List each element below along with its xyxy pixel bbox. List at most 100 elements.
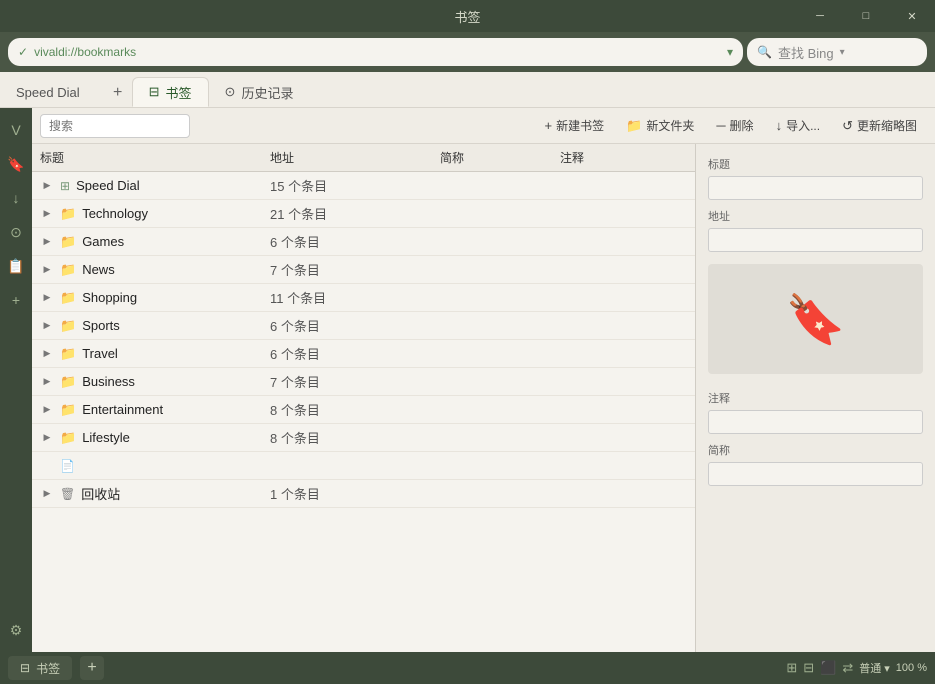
- close-button[interactable]: ✕: [889, 0, 935, 32]
- vivaldi-checkmark-icon: ✓: [18, 45, 28, 59]
- window-title: 书签: [454, 7, 480, 26]
- expand-icon[interactable]: ▶: [40, 432, 54, 443]
- row-address-cell: 8 个条目: [270, 428, 440, 447]
- url-display: vivaldi://bookmarks: [34, 45, 717, 59]
- search-bar[interactable]: 🔍 查找 Bing ▾: [747, 38, 927, 66]
- row-title-cell: ▶ 📁 Technology: [40, 206, 270, 222]
- refresh-icon: ↺: [842, 118, 853, 134]
- notes-icon: 📋: [7, 258, 24, 275]
- history-tab-icon: ⊙: [225, 84, 236, 100]
- sidebar-icon-bookmarks[interactable]: 🔖: [2, 150, 30, 178]
- statusbar: ⊟ 书签 + ⊞ ⊟ ⬛ ⇄ 普通 ▾ 100 %: [0, 652, 935, 684]
- sidebar-icon-settings[interactable]: ⚙: [2, 616, 30, 644]
- update-label: 更新缩略图: [857, 117, 917, 134]
- table-row[interactable]: 📄: [32, 452, 695, 480]
- add-panel-icon: +: [12, 292, 20, 308]
- row-title-text: Technology: [82, 206, 148, 221]
- delete-button[interactable]: ─ 删除: [706, 113, 763, 139]
- status-tab-text: 书签: [36, 660, 60, 677]
- expand-icon[interactable]: ▶: [40, 320, 54, 331]
- maximize-button[interactable]: □: [843, 0, 889, 32]
- expand-icon[interactable]: ▶: [40, 264, 54, 275]
- detail-address-input[interactable]: [708, 228, 923, 252]
- expand-icon[interactable]: ▶: [40, 208, 54, 219]
- table-row[interactable]: ▶ 📁 Lifestyle 8 个条目: [32, 424, 695, 452]
- table-row[interactable]: ▶ ⊞ Speed Dial 15 个条目: [32, 172, 695, 200]
- table-row[interactable]: ▶ 📁 Travel 6 个条目: [32, 340, 695, 368]
- sidebar-icon-history[interactable]: ⊙: [2, 218, 30, 246]
- bookmarks-panel: + 新建书签 📁 新文件夹 ─ 删除 ↓ 导入... ↺ 更新缩略图: [32, 108, 935, 652]
- folder-icon: 📁: [626, 118, 642, 134]
- new-folder-button[interactable]: 📁 新文件夹: [616, 113, 704, 139]
- row-title-text: Entertainment: [82, 402, 163, 417]
- bookmark-icon: 🔖: [7, 156, 24, 173]
- table-body: ▶ ⊞ Speed Dial 15 个条目 ▶ 📁 Technology 21 …: [32, 172, 695, 508]
- expand-icon[interactable]: ▶: [40, 236, 54, 247]
- folder-row-icon: 📁: [60, 374, 76, 390]
- detail-short-input[interactable]: [708, 462, 923, 486]
- table-row[interactable]: ▶ 📁 News 7 个条目: [32, 256, 695, 284]
- window-controls: ─ □ ✕: [797, 0, 935, 32]
- sidebar-icon-downloads[interactable]: ↓: [2, 184, 30, 212]
- row-address-cell: 15 个条目: [270, 176, 440, 195]
- expand-icon[interactable]: ▶: [40, 376, 54, 387]
- table-row[interactable]: ▶ 📁 Sports 6 个条目: [32, 312, 695, 340]
- minimize-button[interactable]: ─: [797, 0, 843, 32]
- expand-icon[interactable]: ▶: [40, 404, 54, 415]
- row-title-text: Lifestyle: [82, 430, 130, 445]
- tab-bookmarks[interactable]: ⊟ 书签: [132, 77, 209, 107]
- search-dropdown-icon: ▾: [840, 47, 845, 58]
- detail-title-label: 标题: [708, 156, 923, 172]
- history-icon: ⊙: [10, 224, 22, 241]
- status-icon-2[interactable]: ⊟: [803, 660, 814, 676]
- tab-speed-dial[interactable]: Speed Dial: [8, 77, 88, 107]
- detail-note-input[interactable]: [708, 410, 923, 434]
- download-icon: ↓: [13, 190, 20, 206]
- row-title-text: 回收站: [81, 484, 120, 503]
- status-icon-4[interactable]: ⇄: [842, 660, 853, 676]
- address-dropdown-icon: ▾: [727, 45, 733, 59]
- row-title-text: Shopping: [82, 290, 137, 305]
- bookmark-search-input[interactable]: [40, 114, 190, 138]
- tabs-area: Speed Dial + ⊟ 书签 ⊙ 历史记录: [0, 72, 935, 108]
- expand-icon[interactable]: ▶: [40, 348, 54, 359]
- sidebar-icons-panel: V 🔖 ↓ ⊙ 📋 + ⚙: [0, 108, 32, 652]
- import-button[interactable]: ↓ 导入...: [766, 113, 831, 139]
- import-icon: ↓: [776, 118, 783, 133]
- row-address-cell: 6 个条目: [270, 232, 440, 251]
- status-right-area: ⊞ ⊟ ⬛ ⇄ 普通 ▾ 100 %: [786, 660, 927, 676]
- update-thumbnail-button[interactable]: ↺ 更新缩略图: [832, 113, 927, 139]
- addressbar: ✓ vivaldi://bookmarks ▾ 🔍 查找 Bing ▾: [0, 32, 935, 72]
- status-icon-3[interactable]: ⬛: [820, 660, 836, 676]
- address-bar-input[interactable]: ✓ vivaldi://bookmarks ▾: [8, 38, 743, 66]
- row-title-cell: ▶ 📁 Entertainment: [40, 402, 270, 418]
- settings-icon: ⚙: [10, 622, 23, 639]
- sidebar-icon-add[interactable]: +: [2, 286, 30, 314]
- table-row[interactable]: ▶ 📁 Games 6 个条目: [32, 228, 695, 256]
- tab-history[interactable]: ⊙ 历史记录: [209, 77, 310, 107]
- status-icon-1[interactable]: ⊞: [786, 660, 797, 676]
- row-title-cell: ▶ 📁 Shopping: [40, 290, 270, 306]
- folder-row-icon: 📁: [60, 234, 76, 250]
- row-title-text: Sports: [82, 318, 120, 333]
- row-title-cell: ▶ 📁 Sports: [40, 318, 270, 334]
- expand-icon[interactable]: ▶: [40, 180, 54, 191]
- expand-icon[interactable]: ▶: [40, 292, 54, 303]
- row-title-cell: ▶ 📁 Lifestyle: [40, 430, 270, 446]
- table-row[interactable]: ▶ 🗑 回收站 1 个条目: [32, 480, 695, 508]
- table-row[interactable]: ▶ 📁 Business 7 个条目: [32, 368, 695, 396]
- row-address-cell: 1 个条目: [270, 484, 440, 503]
- expand-icon[interactable]: ▶: [40, 488, 54, 499]
- table-row[interactable]: ▶ 📁 Entertainment 8 个条目: [32, 396, 695, 424]
- new-bookmark-button[interactable]: + 新建书签: [535, 113, 615, 139]
- table-row[interactable]: ▶ 📁 Shopping 11 个条目: [32, 284, 695, 312]
- detail-title-input[interactable]: [708, 176, 923, 200]
- bookmarks-tab-label: 书签: [166, 83, 192, 102]
- sidebar-icon-vivaldi[interactable]: V: [2, 116, 30, 144]
- status-add-button[interactable]: +: [80, 656, 104, 680]
- table-row[interactable]: ▶ 📁 Technology 21 个条目: [32, 200, 695, 228]
- status-tab-label[interactable]: ⊟ 书签: [8, 656, 72, 680]
- sidebar-icon-notes[interactable]: 📋: [2, 252, 30, 280]
- new-tab-button[interactable]: +: [104, 79, 132, 107]
- vivaldi-icon: V: [11, 122, 20, 138]
